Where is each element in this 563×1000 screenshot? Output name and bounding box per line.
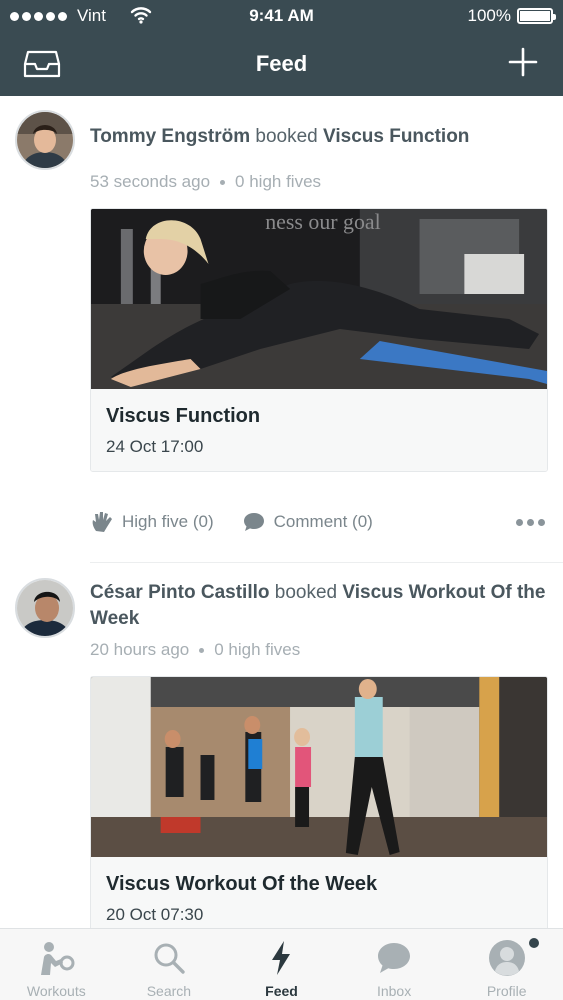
tab-label: Search: [146, 983, 192, 999]
battery-icon: [517, 8, 556, 24]
high-five-hand-icon: [92, 512, 112, 532]
search-icon: [150, 939, 188, 977]
post-high-five-count: 0 high fives: [214, 640, 301, 659]
post-time-ago: 53 seconds ago: [90, 172, 211, 191]
workouts-icon: [37, 939, 75, 977]
comment-label: Comment (0): [273, 512, 373, 531]
tab-workouts[interactable]: Workouts: [0, 929, 113, 1000]
notification-dot: [528, 938, 539, 948]
feed-post: César Pinto Castillo booked Viscus Worko…: [0, 566, 563, 928]
tab-bar: Workouts Search Feed Inbox Profile: [0, 928, 563, 1000]
user-photo: [17, 580, 73, 636]
tab-profile[interactable]: Profile: [450, 929, 563, 1000]
workout-photo: [91, 677, 547, 857]
workout-date: 20 Oct 07:30: [106, 905, 204, 924]
post-verb: booked: [255, 126, 318, 147]
post-divider: [90, 562, 563, 563]
workout-title: Viscus Workout Of the Week: [106, 873, 378, 895]
high-five-label: High five (0): [122, 512, 214, 531]
top-bar: Vint 9:41 AM 100% Feed: [0, 0, 563, 96]
workout-date: 24 Oct 17:00: [106, 437, 204, 456]
workout-card-body: Viscus Workout Of the Week 20 Oct 07:30: [91, 857, 547, 928]
battery-status: 100%: [467, 6, 556, 26]
plus-icon: [508, 47, 538, 77]
post-actions: High five (0) Comment (0): [90, 506, 545, 538]
post-meta: 53 seconds ago 0 high fives: [90, 172, 321, 192]
post-target[interactable]: Viscus Function: [323, 126, 469, 147]
post-verb: booked: [274, 582, 338, 603]
add-button[interactable]: [505, 44, 541, 80]
more-options-button[interactable]: [516, 518, 545, 526]
wall-lettering: ness our goal: [265, 209, 381, 234]
tab-label: Workouts: [26, 983, 86, 999]
lightning-icon: [262, 939, 300, 977]
tab-feed[interactable]: Feed: [225, 929, 338, 1000]
navigation-bar: Feed: [0, 32, 563, 96]
workout-card-body: Viscus Function 24 Oct 17:00: [91, 389, 547, 471]
tab-label: Profile: [486, 983, 527, 999]
comment-bubble-icon: [243, 513, 264, 531]
workout-title: Viscus Function: [106, 405, 261, 427]
feed-post: Tommy Engström booked Viscus Function 53…: [0, 96, 563, 566]
avatar[interactable]: [15, 110, 75, 170]
tab-label: Feed: [265, 983, 298, 999]
workout-card[interactable]: ness our goal Viscus Function 24 Oct 17:…: [90, 208, 548, 472]
post-time-ago: 20 hours ago: [90, 640, 190, 659]
page-title: Feed: [255, 51, 308, 76]
status-bar: Vint 9:41 AM 100%: [0, 0, 563, 32]
post-high-five-count: 0 high fives: [235, 172, 322, 191]
chat-bubble-icon: [375, 939, 413, 977]
workout-photo: ness our goal: [91, 209, 547, 389]
battery-percentage: 100%: [467, 6, 511, 25]
tab-label: Inbox: [376, 983, 412, 999]
post-meta: 20 hours ago 0 high fives: [90, 640, 300, 660]
tab-inbox[interactable]: Inbox: [338, 929, 451, 1000]
post-user-name[interactable]: César Pinto Castillo: [90, 582, 270, 603]
post-headline: César Pinto Castillo booked Viscus Worko…: [90, 580, 549, 632]
post-headline: Tommy Engström booked Viscus Function: [90, 124, 549, 150]
profile-avatar-icon: [488, 939, 526, 977]
activity-feed: Tommy Engström booked Viscus Function 53…: [0, 96, 563, 928]
comment-button[interactable]: Comment (0): [242, 511, 373, 533]
tab-search[interactable]: Search: [113, 929, 226, 1000]
post-user-name[interactable]: Tommy Engström: [90, 126, 250, 147]
user-photo: [17, 112, 73, 168]
high-five-button[interactable]: High five (0): [90, 510, 214, 534]
separator-dot: [220, 179, 226, 185]
separator-dot: [199, 647, 205, 653]
workout-card[interactable]: Viscus Workout Of the Week 20 Oct 07:30: [90, 676, 548, 928]
avatar[interactable]: [15, 578, 75, 638]
ellipsis-icon: [516, 518, 523, 526]
